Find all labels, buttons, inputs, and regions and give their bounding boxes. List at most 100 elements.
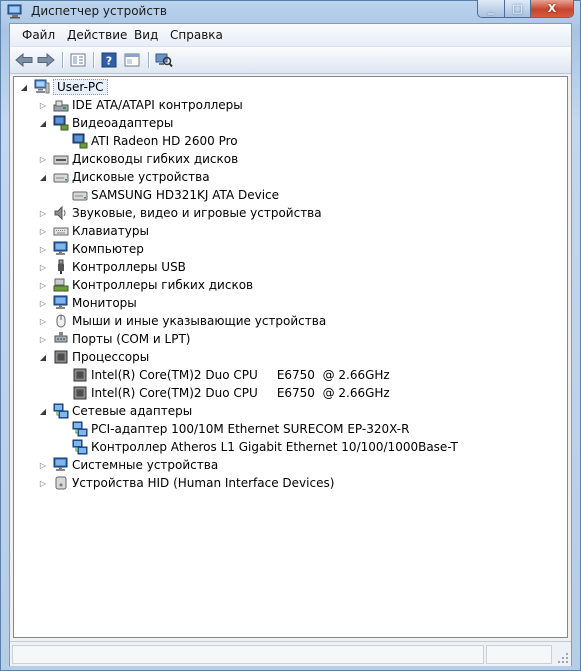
- tree-node-label: Звуковые, видео и игровые устройства: [72, 206, 322, 220]
- expanded-arrow-icon[interactable]: ◢: [37, 114, 49, 132]
- minimize-icon: _: [488, 1, 494, 15]
- tree-device-node[interactable]: Intel(R) Core(TM)2 Duo CPU E6750 @ 2.66G…: [56, 366, 390, 384]
- monitor-icon: [53, 457, 68, 471]
- status-segment-main: [12, 645, 484, 664]
- network-adapter-icon: [72, 439, 88, 455]
- display-adapter-icon: [53, 115, 69, 131]
- tree-node-label: Компьютер: [72, 242, 144, 256]
- tree-category-node[interactable]: ▷ IDE ATA/ATAPI контроллеры: [37, 96, 243, 114]
- tree-category-node[interactable]: ▷ Клавиатуры: [37, 222, 149, 240]
- scan-hardware-icon: [155, 53, 173, 68]
- tree-category-node[interactable]: ▷ Порты (COM и LPT): [37, 330, 190, 348]
- toolbar-separator: [93, 52, 95, 68]
- speaker-icon: [54, 205, 66, 221]
- floppy-controller-icon: [53, 278, 69, 292]
- processor-icon: [73, 386, 87, 400]
- tree-category-node[interactable]: ◢ Процессоры: [37, 348, 149, 366]
- processor-icon: [54, 350, 68, 364]
- console-button[interactable]: [122, 51, 142, 69]
- menu-view[interactable]: Вид: [134, 28, 158, 42]
- menu-action[interactable]: Действие: [67, 28, 127, 42]
- collapsed-arrow-icon[interactable]: ▷: [37, 294, 49, 312]
- tree-category-node[interactable]: ▷ Контроллеры USB: [37, 258, 186, 276]
- collapsed-arrow-icon[interactable]: ▷: [37, 474, 49, 492]
- collapsed-arrow-icon[interactable]: ▷: [37, 204, 49, 222]
- disk-drive-icon: [53, 173, 69, 183]
- tree-category-node[interactable]: ▷ Дисководы гибких дисков: [37, 150, 238, 168]
- menu-help[interactable]: Справка: [170, 28, 223, 42]
- device-manager-window: Диспетчер устройств _ □ X Файл Действие …: [0, 0, 581, 671]
- window-title: Диспетчер устройств: [31, 4, 168, 18]
- properties-button[interactable]: [68, 51, 88, 69]
- status-bar: [10, 641, 571, 666]
- title-bar[interactable]: Диспетчер устройств _ □ X: [1, 0, 580, 23]
- tree-category-node[interactable]: ▷ Компьютер: [37, 240, 144, 258]
- tree-node-label: Контроллеры гибких дисков: [72, 278, 254, 292]
- resize-grip-icon[interactable]: [557, 652, 569, 664]
- collapsed-arrow-icon[interactable]: ▷: [37, 222, 49, 240]
- tree-device-node[interactable]: SAMSUNG HD321KJ ATA Device: [56, 186, 279, 204]
- collapsed-arrow-icon[interactable]: ▷: [37, 150, 49, 168]
- toolbar-separator: [148, 52, 150, 68]
- tree-category-node[interactable]: ▷ Мониторы: [37, 294, 137, 312]
- collapsed-arrow-icon[interactable]: ▷: [37, 240, 49, 258]
- tree-node-label: Intel(R) Core(TM)2 Duo CPU E6750 @ 2.66G…: [91, 386, 390, 400]
- tree-node-label: Мониторы: [72, 296, 137, 310]
- collapsed-arrow-icon[interactable]: ▷: [37, 96, 49, 114]
- tree-node-label: Сетевые адаптеры: [72, 404, 193, 418]
- tree-category-node[interactable]: ◢ Дисковые устройства: [37, 168, 210, 186]
- collapsed-arrow-icon[interactable]: ▷: [37, 312, 49, 330]
- back-button[interactable]: [14, 51, 34, 69]
- collapsed-arrow-icon[interactable]: ▷: [37, 276, 49, 294]
- expanded-arrow-icon[interactable]: ◢: [37, 402, 49, 420]
- tree-device-node[interactable]: Контроллер Atheros L1 Gigabit Ethernet 1…: [56, 438, 458, 456]
- tree-node-label: Intel(R) Core(TM)2 Duo CPU E6750 @ 2.66G…: [91, 368, 390, 382]
- display-adapter-icon: [72, 133, 88, 149]
- maximize-icon: □: [512, 2, 523, 15]
- tree-category-node[interactable]: ▷ Звуковые, видео и игровые устройства: [37, 204, 322, 222]
- expanded-arrow-icon[interactable]: ◢: [37, 348, 49, 366]
- collapsed-arrow-icon[interactable]: ▷: [37, 258, 49, 276]
- close-button[interactable]: X: [531, 0, 573, 17]
- expanded-arrow-icon[interactable]: ◢: [37, 168, 49, 186]
- tree-category-node[interactable]: ◢ Сетевые адаптеры: [37, 402, 192, 420]
- tree-device-node[interactable]: PCI-адаптер 100/10M Ethernet SURECOM EP-…: [56, 420, 409, 438]
- tree-node-label: Порты (COM и LPT): [72, 332, 191, 346]
- tree-node-label: Процессоры: [72, 350, 150, 364]
- tree-root-node[interactable]: ◢ User-PC: [18, 78, 108, 96]
- tree-device-node[interactable]: Intel(R) Core(TM)2 Duo CPU E6750 @ 2.66G…: [56, 384, 390, 402]
- monitor-icon: [53, 241, 68, 255]
- tree-device-node[interactable]: ATI Radeon HD 2600 Pro: [56, 132, 238, 150]
- tree-category-node[interactable]: ◢ Видеоадаптеры: [37, 114, 173, 132]
- forward-button[interactable]: [36, 51, 56, 69]
- disk-drive-icon: [72, 191, 88, 201]
- device-manager-icon: [7, 4, 22, 19]
- tree-node-label: Дисководы гибких дисков: [72, 152, 239, 166]
- maximize-button[interactable]: □: [505, 0, 531, 17]
- device-tree[interactable]: ◢ User-PC ▷ IDE ATA/ATAPI контроллеры ◢ Видео…: [13, 76, 568, 638]
- tree-category-node[interactable]: ▷ Мыши и иные указывающие устройства: [37, 312, 326, 330]
- expanded-arrow-icon[interactable]: ◢: [18, 78, 30, 96]
- tree-node-label: SAMSUNG HD321KJ ATA Device: [91, 188, 280, 202]
- network-adapter-icon: [72, 421, 88, 437]
- tree-category-node[interactable]: ▷ Системные устройства: [37, 456, 218, 474]
- minimize-button[interactable]: _: [478, 0, 505, 17]
- computer-icon: [34, 79, 50, 94]
- forward-arrow-icon: [37, 53, 55, 67]
- status-segment-right: [486, 645, 552, 664]
- tree-category-node[interactable]: ▷ Контроллеры гибких дисков: [37, 276, 253, 294]
- help-button[interactable]: ?: [99, 51, 119, 69]
- tree-node-label: Клавиатуры: [72, 224, 149, 238]
- processor-icon: [73, 368, 87, 382]
- collapsed-arrow-icon[interactable]: ▷: [37, 456, 49, 474]
- tree-node-label: Устройства HID (Human Interface Devices): [72, 476, 335, 490]
- menu-file[interactable]: Файл: [22, 28, 55, 42]
- collapsed-arrow-icon[interactable]: ▷: [37, 330, 49, 348]
- tree-category-node[interactable]: ▷ Устройства HID (Human Interface Devices…: [37, 474, 334, 492]
- scan-hardware-button[interactable]: [154, 51, 174, 69]
